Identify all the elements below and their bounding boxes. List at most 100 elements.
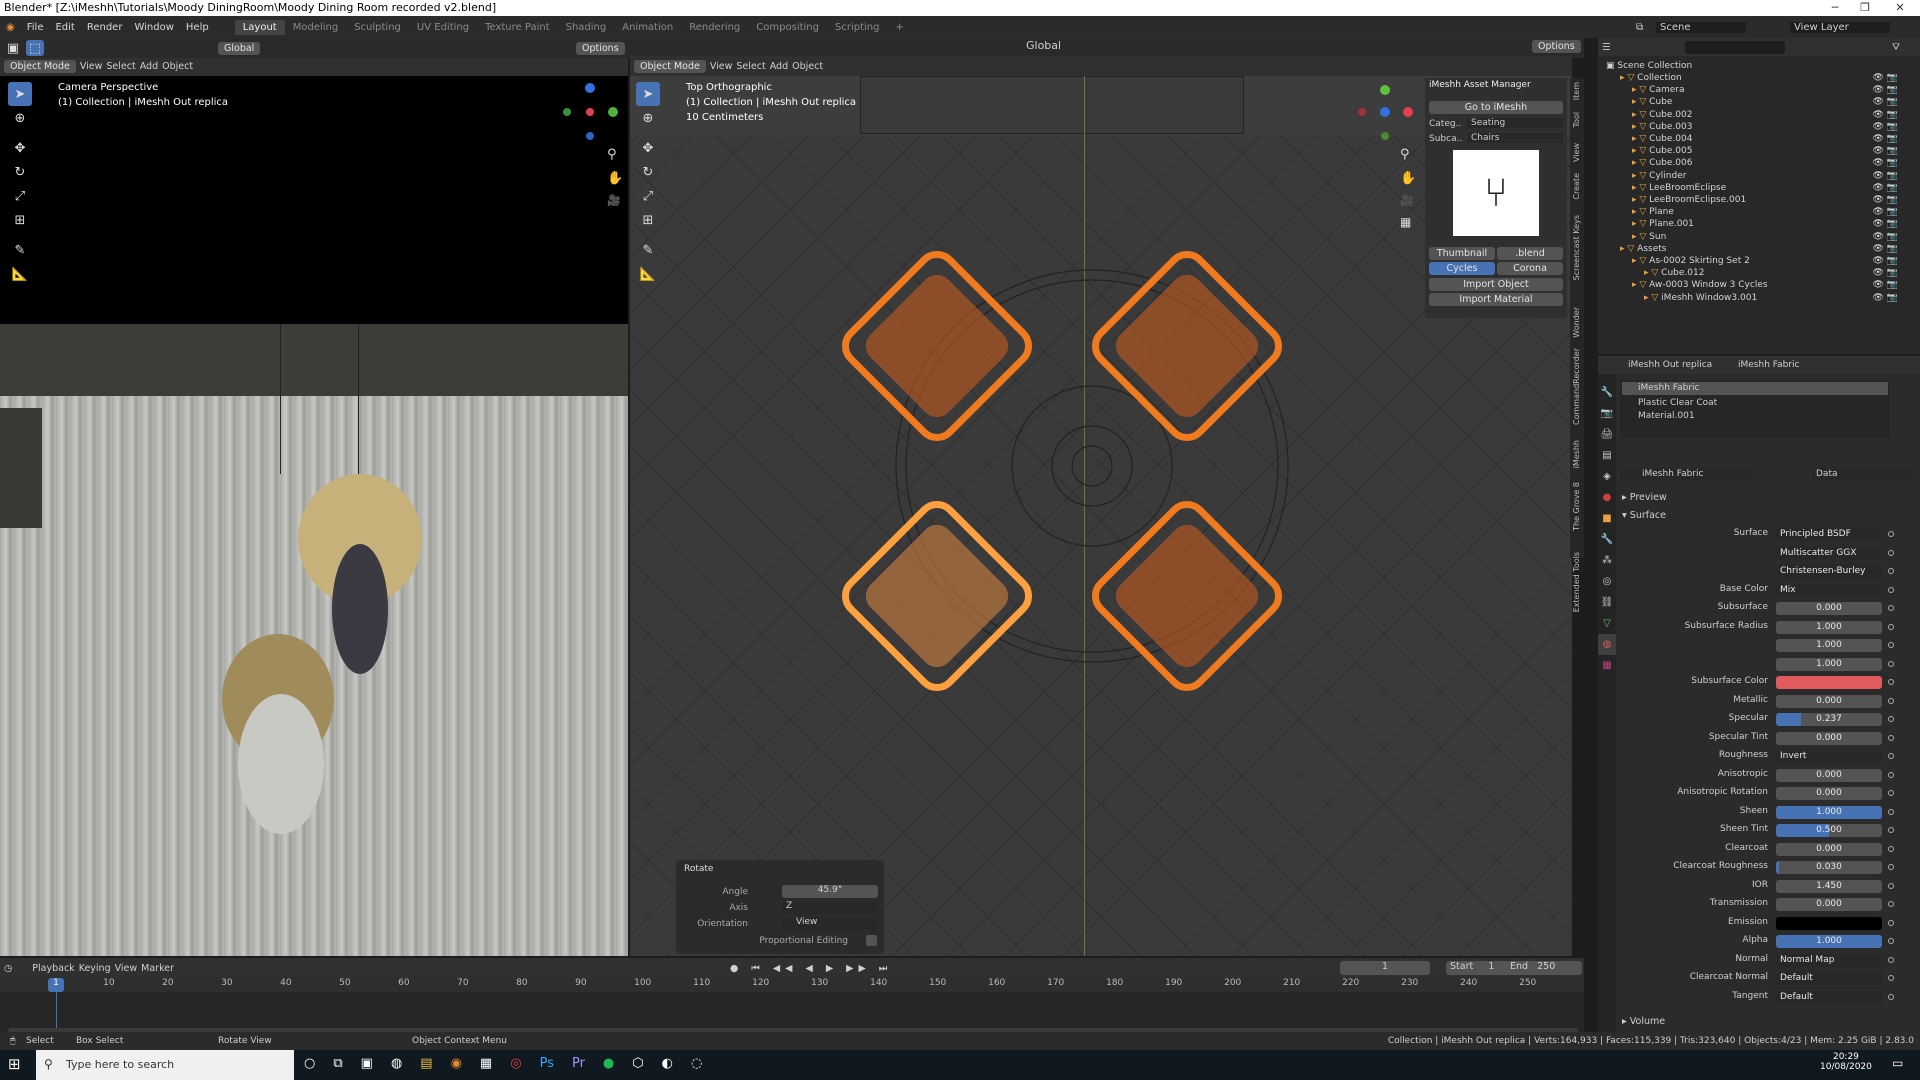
taskbar-search-input[interactable]: Type here to search: [36, 1050, 294, 1080]
menu-edit[interactable]: Edit: [49, 22, 80, 33]
main-move-tool-icon[interactable]: ✥: [636, 136, 660, 160]
timeline-menu-playback[interactable]: Playback: [32, 963, 74, 974]
outliner-row[interactable]: ▸ ▽ Aw-0003 Window 3 Cycles 👁 📷: [1632, 279, 1908, 291]
sidebar-tab-3[interactable]: Create: [1572, 173, 1581, 200]
link-socket-icon[interactable]: [1888, 660, 1894, 667]
editor-type-icon[interactable]: ▣: [4, 40, 22, 56]
left-menu-object[interactable]: Object: [162, 61, 193, 72]
move-tool-icon[interactable]: ✥: [8, 136, 32, 160]
outliner-row[interactable]: ▸ ▽ Collection 👁 📷: [1620, 72, 1908, 84]
visibility-eye-icon[interactable]: 👁 📷: [1873, 279, 1899, 291]
property-field[interactable]: 0.000: [1776, 842, 1882, 856]
outliner-row[interactable]: ▸ ▽ LeeBroomEclipse 👁 📷: [1632, 182, 1908, 194]
timeline-area[interactable]: 1102030405060708090100110120130140150160…: [0, 978, 1584, 1040]
outliner-search-input[interactable]: [1684, 40, 1785, 54]
left-menu-select[interactable]: Select: [106, 61, 135, 72]
timeline-ruler[interactable]: 1102030405060708090100110120130140150160…: [0, 978, 1584, 992]
property-field[interactable]: [1776, 916, 1882, 930]
visibility-eye-icon[interactable]: 👁 📷: [1873, 243, 1899, 255]
left-mode-dropdown[interactable]: Object Mode: [4, 59, 76, 73]
sidebar-tab-1[interactable]: Tool: [1572, 112, 1581, 128]
visibility-eye-icon[interactable]: 👁 📷: [1873, 255, 1899, 267]
link-socket-icon[interactable]: [1888, 956, 1894, 963]
sidebar-tab-7[interactable]: iMeshh: [1572, 440, 1581, 468]
orientation-dropdown[interactable]: View: [782, 917, 878, 930]
link-socket-icon[interactable]: [1888, 734, 1894, 741]
outliner-row[interactable]: ▸ ▽ Plane.001 👁 📷: [1632, 218, 1908, 230]
angle-field[interactable]: 45.9°: [782, 885, 878, 898]
app-icon-5[interactable]: ◌: [691, 1056, 702, 1071]
property-field[interactable]: Principled BSDF: [1776, 528, 1882, 541]
timeline-menu-view[interactable]: View: [115, 963, 138, 974]
scene-selector[interactable]: Scene: [1656, 21, 1746, 33]
cursor-tool-icon[interactable]: ⊕: [8, 106, 32, 130]
left-nav-gizmo[interactable]: ⚲ ✋ 🎥: [555, 80, 625, 210]
surface-section-header[interactable]: ▾ Surface: [1622, 510, 1666, 521]
visibility-eye-icon[interactable]: 👁 📷: [1873, 267, 1899, 279]
property-field[interactable]: Default: [1776, 972, 1882, 985]
blender-logo-icon[interactable]: ◉: [0, 22, 21, 33]
property-field[interactable]: 1.000: [1776, 935, 1882, 948]
preview-section-header[interactable]: ▸ Preview: [1622, 492, 1667, 503]
property-field[interactable]: 0.237: [1776, 713, 1882, 726]
notification-icon[interactable]: ▭: [1892, 1056, 1903, 1070]
left-transform-dropdown[interactable]: Global: [218, 41, 261, 55]
filter-icon[interactable]: ⛛: [1892, 42, 1900, 53]
proportional-editing-checkbox[interactable]: [866, 935, 877, 946]
property-field[interactable]: Multiscatter GGX: [1776, 546, 1882, 560]
object-tab-icon[interactable]: ■: [1598, 508, 1616, 529]
playback-controls[interactable]: ● ⏮ ◀◀ ◀ ▶ ▶▶ ⏭: [730, 963, 892, 974]
link-socket-icon[interactable]: [1888, 993, 1894, 1000]
object-name[interactable]: iMeshh Out replica: [1628, 356, 1712, 374]
timeline-menu-keying[interactable]: Keying: [79, 963, 111, 974]
visibility-eye-icon[interactable]: 👁 📷: [1873, 96, 1899, 108]
thumbnail-tab[interactable]: Thumbnail: [1429, 247, 1495, 260]
physics-tab-icon[interactable]: ◎: [1598, 571, 1616, 592]
annotate-tool-icon[interactable]: ✎: [8, 238, 32, 262]
outliner-row[interactable]: ▸ ▽ Cube.006 👁 📷: [1632, 157, 1908, 169]
link-socket-icon[interactable]: [1888, 975, 1894, 981]
main-menu-object[interactable]: Object: [792, 61, 823, 72]
link-socket-icon[interactable]: [1888, 642, 1894, 648]
property-field[interactable]: 1.000: [1776, 657, 1882, 671]
photoshop-icon[interactable]: Ps: [540, 1056, 554, 1071]
property-field[interactable]: Default: [1776, 990, 1882, 1004]
close-icon[interactable]: ✕: [1885, 0, 1915, 16]
end-frame-field[interactable]: End 250: [1506, 961, 1582, 975]
link-socket-icon[interactable]: [1888, 586, 1894, 593]
left-menu-view[interactable]: View: [80, 61, 103, 72]
outliner-row[interactable]: ▸ ▽ Cube.005 👁 📷: [1632, 145, 1908, 157]
main-cursor-tool-icon[interactable]: ⊕: [636, 106, 660, 130]
timeline-editor-icon[interactable]: ◷: [4, 963, 12, 974]
chair-thumbnail[interactable]: ⑂: [1453, 150, 1539, 236]
outliner-row[interactable]: ▸ ▽ Cube.004 👁 📷: [1632, 133, 1908, 145]
link-socket-icon[interactable]: [1888, 771, 1894, 778]
link-socket-icon[interactable]: [1888, 549, 1894, 556]
outliner-editor-icon[interactable]: ☰: [1602, 42, 1611, 53]
visibility-eye-icon[interactable]: 👁 📷: [1873, 182, 1899, 194]
outliner-row[interactable]: ▸ ▽ Plane 👁 📷: [1632, 206, 1908, 218]
property-field[interactable]: 0.500: [1776, 824, 1882, 837]
playhead[interactable]: 1: [48, 978, 64, 992]
view-layer-selector[interactable]: View Layer: [1790, 21, 1890, 33]
import-object-button[interactable]: Import Object: [1429, 278, 1563, 291]
property-field[interactable]: [1776, 676, 1882, 689]
link-socket-icon[interactable]: [1888, 919, 1894, 926]
property-field[interactable]: Invert: [1776, 750, 1882, 763]
property-field[interactable]: Mix: [1776, 583, 1882, 597]
visibility-eye-icon[interactable]: 👁 📷: [1873, 231, 1899, 243]
property-field[interactable]: Christensen-Burley: [1776, 565, 1882, 578]
category-dropdown[interactable]: Seating: [1467, 118, 1563, 128]
link-socket-icon[interactable]: [1888, 938, 1894, 944]
scale-tool-icon[interactable]: ⤢: [8, 184, 32, 208]
app-icon-2[interactable]: ◍: [391, 1056, 402, 1071]
property-field[interactable]: 0.000: [1776, 731, 1882, 745]
material-tab-icon[interactable]: ◍: [1598, 634, 1616, 655]
main-rotate-tool-icon[interactable]: ↻: [636, 160, 660, 184]
corona-button[interactable]: Corona: [1497, 262, 1563, 275]
main-menu-view[interactable]: View: [710, 61, 733, 72]
measure-tool-icon[interactable]: 📐: [8, 262, 32, 286]
main-select-tool-icon[interactable]: ➤: [636, 82, 660, 106]
property-field[interactable]: 0.000: [1776, 898, 1882, 911]
axis-dropdown[interactable]: Z: [782, 901, 878, 914]
